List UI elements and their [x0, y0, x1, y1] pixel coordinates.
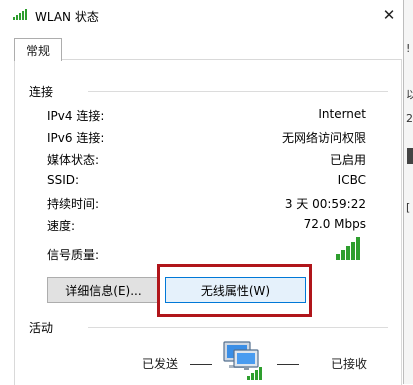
window-title: WLAN 状态 [35, 10, 99, 24]
network-computer-icon [223, 341, 262, 380]
group-divider [88, 91, 388, 92]
duration-label: 持续时间: [47, 197, 100, 211]
group-divider [88, 327, 388, 328]
activity-group-label: 活动 [29, 319, 58, 336]
signal-strength-icon [336, 237, 360, 260]
details-button[interactable]: 详细信息(E)... [47, 277, 160, 303]
received-label: 已接收 [331, 357, 368, 371]
signal-quality-label: 信号质量: [47, 248, 100, 262]
background-window-right: ! 以 2 [ [403, 0, 413, 384]
media-state-value: 已启用 [329, 153, 366, 167]
sent-line [190, 364, 212, 365]
media-state-label: 媒体状态: [47, 153, 100, 167]
wifi-signal-icon [13, 9, 27, 20]
wlan-status-dialog: WLAN 状态 ✕ 常规 连接 IPv4 连接: Internet IPv6 连… [0, 0, 404, 385]
highlight-annotation [157, 264, 312, 317]
ipv4-label: IPv4 连接: [47, 109, 105, 123]
duration-value: 3 天 00:59:22 [284, 197, 366, 211]
close-icon: ✕ [382, 6, 396, 24]
ssid-label: SSID: [47, 173, 80, 187]
speed-label: 速度: [47, 219, 76, 233]
speed-value: 72.0 Mbps [303, 217, 366, 231]
title-bar: WLAN 状态 ✕ [0, 0, 403, 30]
received-line [277, 364, 299, 365]
ipv6-value: 无网络访问权限 [281, 131, 366, 145]
ipv4-value: Internet [318, 107, 366, 121]
tab-general[interactable]: 常规 [14, 38, 62, 61]
sent-label: 已发送 [142, 357, 179, 371]
ssid-value: ICBC [337, 173, 366, 187]
ipv6-label: IPv6 连接: [47, 131, 105, 145]
close-button[interactable]: ✕ [378, 4, 400, 26]
tab-label: 常规 [25, 43, 50, 58]
connection-group-label: 连接 [29, 83, 58, 100]
